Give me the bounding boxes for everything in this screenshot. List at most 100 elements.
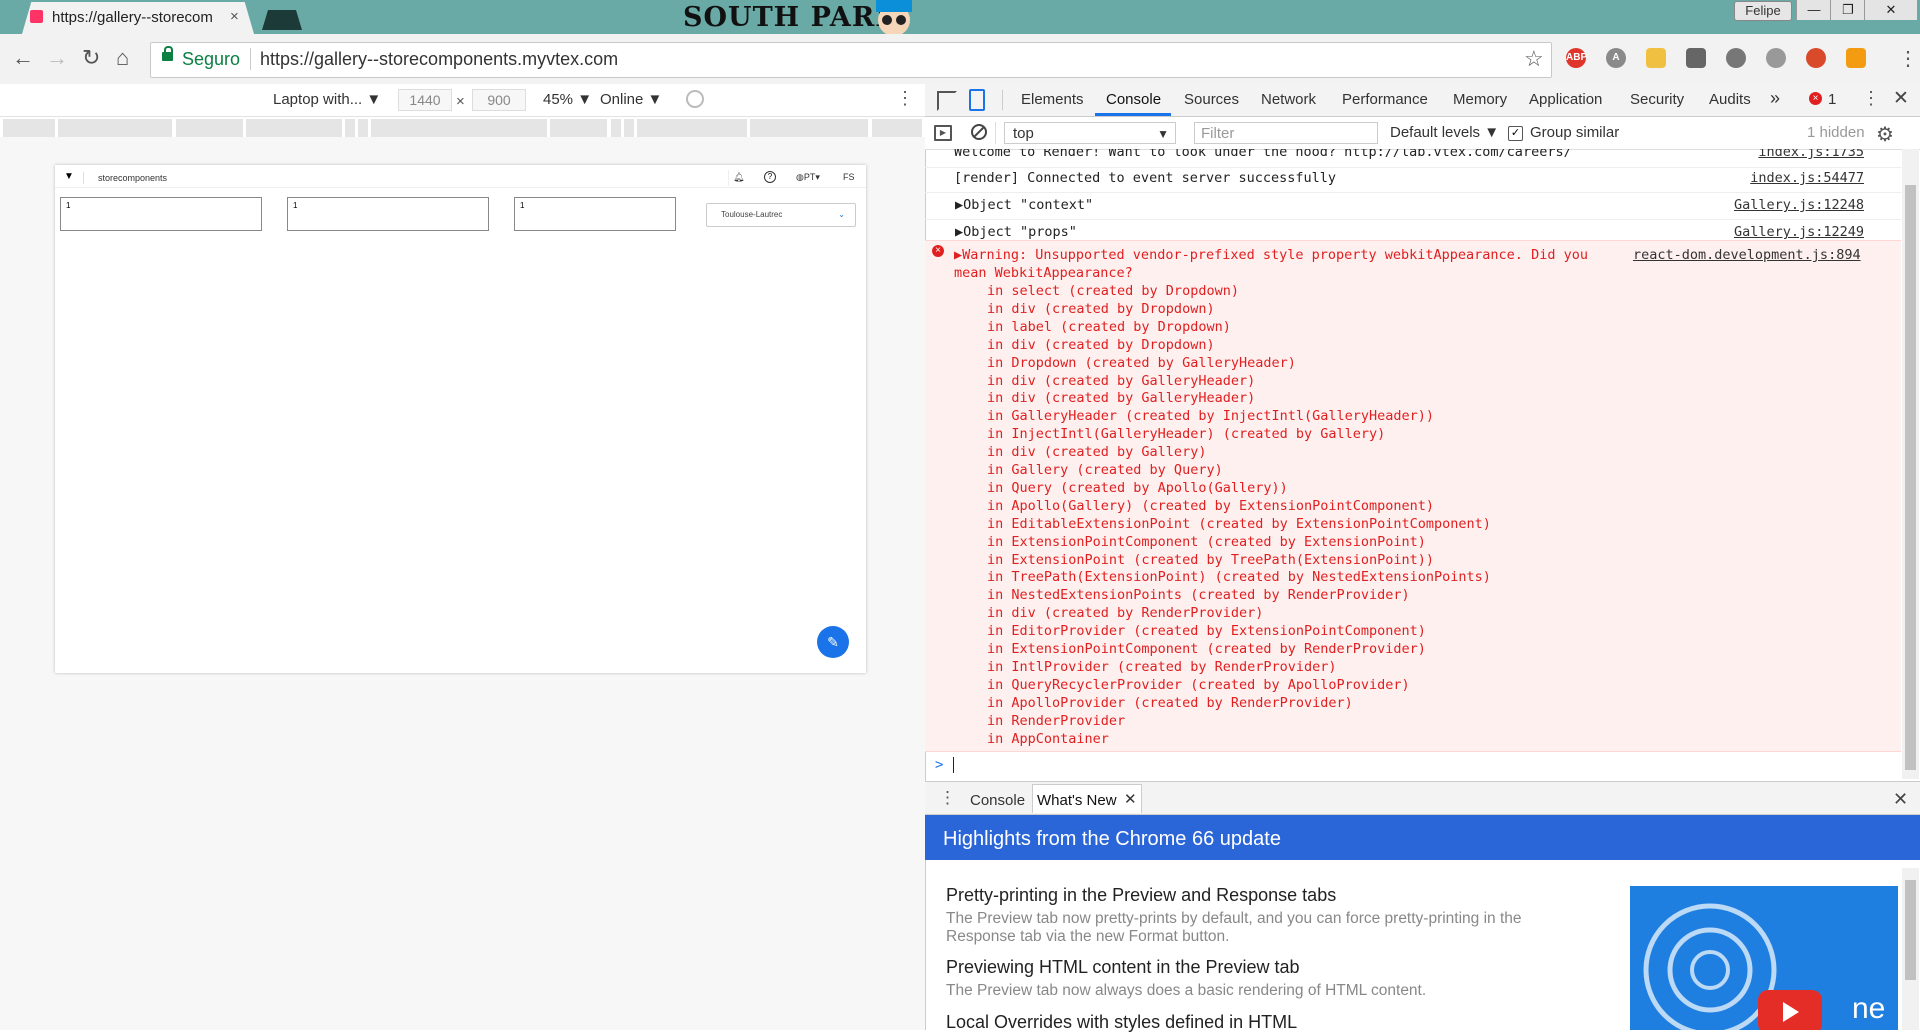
sim-input-box[interactable]: 1 xyxy=(287,197,489,231)
object-props-toggle[interactable]: ▶Object "props" xyxy=(955,224,1077,240)
viewport-height-input[interactable]: 900 xyxy=(472,89,526,111)
group-similar-checkbox[interactable]: ✓ xyxy=(1508,126,1523,141)
forward-icon[interactable]: → xyxy=(46,44,68,72)
media-query-bar[interactable] xyxy=(246,119,342,137)
sim-brand[interactable]: storecomponents xyxy=(98,173,167,183)
device-select[interactable]: Laptop with... ▼ xyxy=(273,91,381,108)
console-prompt[interactable]: > xyxy=(935,757,943,773)
whats-new-item-title[interactable]: Pretty-printing in the Preview and Respo… xyxy=(946,885,1336,906)
bell-icon[interactable]: 🔔︎ xyxy=(733,172,744,183)
sim-dropdown[interactable]: Toulouse-Lautrec ⌄ xyxy=(706,203,856,227)
media-query-bar[interactable] xyxy=(3,119,55,137)
tab-sources[interactable]: Sources xyxy=(1184,91,1239,108)
media-query-bar[interactable] xyxy=(345,119,355,137)
viewport-width-input[interactable]: 1440 xyxy=(398,89,452,111)
drawer-scroll-thumb[interactable] xyxy=(1905,880,1916,980)
language-select[interactable]: ◍PT▾ xyxy=(796,172,820,183)
object-context-toggle[interactable]: ▶Object "context" xyxy=(955,197,1093,213)
tab-security[interactable]: Security xyxy=(1630,91,1684,108)
media-query-bar[interactable] xyxy=(624,119,634,137)
home-icon[interactable]: ⌂ xyxy=(116,44,129,72)
sim-input-box[interactable]: 1 xyxy=(60,197,262,231)
drawer-tab-console[interactable]: Console xyxy=(970,792,1025,809)
times-label: × xyxy=(456,93,465,110)
bookmark-star-icon[interactable]: ☆ xyxy=(1524,46,1544,72)
close-drawer-icon[interactable]: ✕ xyxy=(1893,789,1908,810)
video-thumbnail[interactable]: ne xyxy=(1630,886,1898,1030)
tab-memory[interactable]: Memory xyxy=(1453,91,1507,108)
adblock-icon[interactable]: ABP xyxy=(1566,48,1587,68)
language-label: PT xyxy=(803,172,816,182)
media-query-bar[interactable] xyxy=(371,119,547,137)
tab-performance[interactable]: Performance xyxy=(1342,91,1428,108)
minimize-button[interactable]: — xyxy=(1796,0,1831,20)
sidebar-toggle-icon[interactable]: ▶ xyxy=(934,125,952,141)
extension-a-icon[interactable]: A xyxy=(1606,48,1626,68)
console-source-link[interactable]: index.js:1735 xyxy=(1758,149,1864,160)
media-query-bar[interactable] xyxy=(611,119,621,137)
extension-target-icon[interactable] xyxy=(1726,48,1746,68)
extension-bulb-icon[interactable] xyxy=(1766,48,1786,68)
help-icon[interactable]: ? xyxy=(764,171,776,183)
error-message-cont: mean WebkitAppearance? xyxy=(954,265,1133,281)
tab-audits[interactable]: Audits xyxy=(1709,91,1751,108)
devtools-menu-icon[interactable]: ⋮ xyxy=(1862,88,1880,109)
device-mode-icon[interactable] xyxy=(969,89,985,111)
extension-note-icon[interactable] xyxy=(1646,48,1666,68)
vtex-logo-icon[interactable]: ▼ xyxy=(64,171,74,182)
tab-close-icon[interactable]: × xyxy=(230,8,239,25)
youtube-play-icon[interactable] xyxy=(1758,990,1822,1030)
media-query-bar[interactable] xyxy=(637,119,747,137)
drawer-menu-icon[interactable]: ⋮ xyxy=(939,788,956,808)
tab-elements[interactable]: Elements xyxy=(1021,91,1084,108)
levels-select[interactable]: Default levels ▼ xyxy=(1390,124,1499,141)
more-tabs-icon[interactable]: » xyxy=(1770,88,1780,109)
error-source-link[interactable]: react-dom.development.js:894 xyxy=(1633,247,1861,263)
inspect-icon[interactable] xyxy=(937,91,957,111)
media-query-bar[interactable] xyxy=(58,119,172,137)
extension-gear-icon[interactable] xyxy=(1806,48,1826,68)
edit-fab-button[interactable]: ✎ xyxy=(817,626,849,658)
back-icon[interactable]: ← xyxy=(12,44,34,72)
error-stack-line: in InjectIntl(GalleryHeader) (created by… xyxy=(987,426,1386,443)
close-tab-icon[interactable]: ✕ xyxy=(1124,790,1137,808)
rotate-icon[interactable] xyxy=(686,90,704,108)
network-select[interactable]: Online ▼ xyxy=(600,91,662,108)
error-stack-line: in div (created by Dropdown) xyxy=(987,336,1215,353)
media-query-bar[interactable] xyxy=(872,119,922,137)
error-icon[interactable]: × xyxy=(1809,92,1822,105)
filter-input[interactable]: Filter xyxy=(1194,122,1378,144)
tab-console[interactable]: Console xyxy=(1106,91,1161,108)
device-toolbar-menu-icon[interactable]: ⋮ xyxy=(896,88,914,109)
restore-button[interactable]: ❐ xyxy=(1830,0,1865,20)
chrome-menu-icon[interactable]: ⋮ xyxy=(1898,46,1918,71)
close-devtools-icon[interactable]: ✕ xyxy=(1893,87,1909,110)
media-query-bar[interactable] xyxy=(750,119,868,137)
close-window-button[interactable]: ✕ xyxy=(1864,0,1917,20)
media-query-bar[interactable] xyxy=(550,119,607,137)
zoom-select[interactable]: 45% ▼ xyxy=(543,91,592,108)
tab-application[interactable]: Application xyxy=(1529,91,1602,108)
whats-new-item-title[interactable]: Previewing HTML content in the Preview t… xyxy=(946,957,1300,978)
reload-icon[interactable]: ↻ xyxy=(82,44,100,72)
sim-input-box[interactable]: 1 xyxy=(514,197,676,231)
console-scroll-thumb[interactable] xyxy=(1905,185,1916,770)
clear-console-icon[interactable] xyxy=(971,124,987,140)
console-source-link[interactable]: Gallery.js:12249 xyxy=(1734,224,1864,240)
context-select[interactable]: top ▼ xyxy=(1004,122,1176,144)
media-query-bar[interactable] xyxy=(176,119,243,137)
user-initials[interactable]: FS xyxy=(843,172,855,182)
console-source-link[interactable]: Gallery.js:12248 xyxy=(1734,197,1864,213)
tab-network[interactable]: Network xyxy=(1261,91,1316,108)
media-query-bar[interactable] xyxy=(358,119,368,137)
profile-button[interactable]: Felipe xyxy=(1734,1,1792,21)
extension-pen-icon[interactable] xyxy=(1686,48,1706,68)
extension-box-icon[interactable] xyxy=(1846,48,1866,68)
error-stack-line: in div (created by Dropdown) xyxy=(987,300,1215,317)
error-count[interactable]: 1 xyxy=(1828,91,1836,108)
url-text[interactable]: https://gallery--storecomponents.myvtex.… xyxy=(260,49,618,70)
new-tab-button[interactable] xyxy=(262,10,302,30)
console-settings-gear-icon[interactable]: ⚙ xyxy=(1876,122,1894,147)
console-source-link[interactable]: index.js:54477 xyxy=(1750,170,1864,186)
error-message[interactable]: ▶Warning: Unsupported vendor-prefixed st… xyxy=(954,247,1588,263)
